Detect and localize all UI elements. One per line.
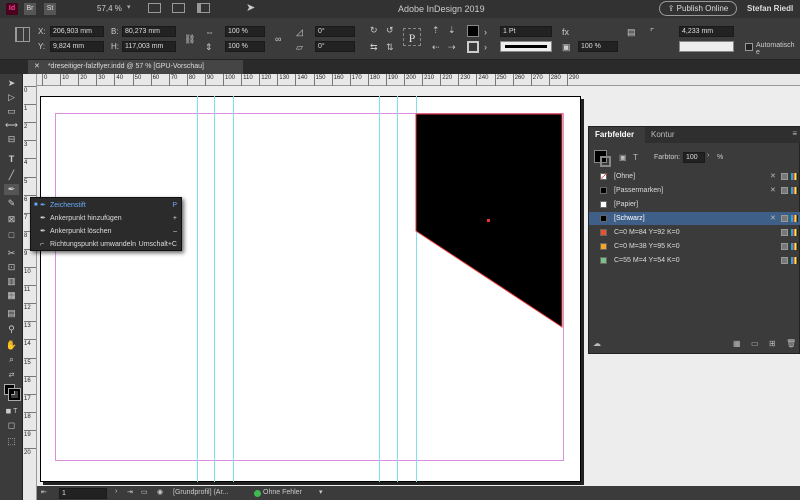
status-bar: ⇤ 1 › ⇥ ▭ ◉ [Grundprofil] (Ar... Ohne Fe… <box>37 486 800 500</box>
checkmark-icon: ■ <box>34 202 38 208</box>
swatch-label: [Schwarz] <box>614 215 645 222</box>
swatch-label: C=0 M=38 Y=95 K=0 <box>614 243 680 250</box>
formatting-text-icon[interactable]: T <box>633 153 638 162</box>
panel-tab-bar: Farbfelder Kontur ≡ <box>589 127 800 143</box>
next-page-icon[interactable]: › <box>115 488 117 495</box>
tint-dropdown-icon[interactable]: › <box>707 152 715 163</box>
non-editable-icon: ✕ <box>770 215 776 222</box>
non-editable-icon: ✕ <box>770 173 776 180</box>
status-dropdown-icon[interactable]: ▾ <box>319 488 323 496</box>
tab-swatches-label: Farbfelder <box>595 130 635 139</box>
swatch-color-chip <box>600 229 607 236</box>
tint-unit: % <box>717 154 724 161</box>
new-swatch-icon[interactable]: ⊞ <box>769 339 776 348</box>
swatch-label: C=55 M=4 Y=54 K=0 <box>614 257 680 264</box>
cmyk-icon <box>791 187 798 194</box>
preflight-profile-icon: ◉ <box>157 489 164 496</box>
swatch-row[interactable]: [Passermarken] ✕ <box>589 184 800 197</box>
cmyk-icon <box>791 243 798 250</box>
status-text[interactable]: Ohne Fehler <box>263 489 302 496</box>
swatch-color-chip <box>600 215 607 222</box>
cmyk-icon <box>791 173 798 180</box>
page-number-field[interactable]: 1 <box>59 488 107 499</box>
color-mode-icon <box>781 215 788 222</box>
swatch-color-chip <box>600 187 607 194</box>
first-page-icon[interactable]: ⇤ <box>41 488 47 496</box>
swatch-row[interactable]: [Ohne] ✕ <box>589 170 800 183</box>
swatch-row[interactable]: [Schwarz] ✕ <box>589 212 800 225</box>
swatch-label: [Passermarken] <box>614 187 664 194</box>
delete-anchor-icon: ✒ <box>40 228 46 235</box>
flyout-item-label: Zeichenstift <box>50 202 86 209</box>
flyout-item-pen[interactable]: ■ ✒ Zeichenstift P <box>31 199 181 212</box>
swatch-color-chip <box>600 243 607 250</box>
swatch-row[interactable]: C=55 M=4 Y=54 K=0 <box>589 254 800 267</box>
color-mode-icon <box>781 229 788 236</box>
delete-swatch-icon[interactable]: 🗑 <box>786 339 796 348</box>
shape-center-point[interactable] <box>487 219 490 222</box>
flyout-shortcut: P <box>172 202 177 209</box>
swatch-label: C=0 M=84 Y=92 K=0 <box>614 229 680 236</box>
flyout-item-add-anchor[interactable]: ✒ Ankerpunkt hinzufügen + <box>31 212 181 225</box>
indesign-window: Id Br St 57,4 % ▾ ➤ Adobe InDesign 2019 … <box>0 0 800 500</box>
new-color-group-icon[interactable]: ▭ <box>751 339 759 348</box>
tab-swatches[interactable]: Farbfelder <box>589 127 645 143</box>
show-swatch-kinds-icon[interactable]: ☁ <box>593 339 601 348</box>
preflight-profile[interactable]: [Grundprofil] (Ar... <box>173 489 228 496</box>
swatch-label: [Papier] <box>614 201 639 208</box>
tint-field[interactable]: 100 <box>683 152 705 163</box>
open-page-icon[interactable]: ▭ <box>141 488 148 496</box>
cmyk-icon <box>791 215 798 222</box>
flyout-shortcut: + <box>172 215 177 222</box>
flyout-item-delete-anchor[interactable]: ✒ Ankerpunkt löschen – <box>31 225 181 238</box>
flyout-item-label: Ankerpunkt löschen <box>50 228 112 235</box>
convert-point-icon: ⌐ <box>40 241 45 248</box>
color-mode-icon <box>781 243 788 250</box>
flyout-item-label: Ankerpunkt hinzufügen <box>50 215 122 222</box>
swatch-row[interactable]: C=0 M=38 Y=95 K=0 <box>589 240 800 253</box>
flyout-shortcut: Umschalt+C <box>138 241 177 248</box>
tab-stroke-label: Kontur <box>651 130 675 139</box>
pen-icon: ✒ <box>40 202 46 209</box>
formatting-container-icon[interactable]: ▣ <box>619 153 627 162</box>
flyout-item-convert-direction[interactable]: ⌐ Richtungspunkt umwandeln Umschalt+C <box>31 238 181 251</box>
swatch-row[interactable]: C=0 M=84 Y=92 K=0 <box>589 226 800 239</box>
add-anchor-icon: ✒ <box>40 215 46 222</box>
pen-tool-flyout-menu: ■ ✒ Zeichenstift P ✒ Ankerpunkt hinzufüg… <box>30 197 182 251</box>
swatch-label: [Ohne] <box>614 173 636 180</box>
swatch-view-icon[interactable]: ▦ <box>733 339 741 348</box>
status-indicator-icon <box>254 490 261 497</box>
color-mode-icon <box>781 257 788 264</box>
tint-label: Farbton: <box>654 154 681 161</box>
non-editable-icon: ✕ <box>770 187 776 194</box>
color-mode-icon <box>781 187 788 194</box>
swatch-color-chip <box>600 257 607 264</box>
last-page-icon[interactable]: ⇥ <box>127 488 133 496</box>
cmyk-icon <box>791 229 798 236</box>
panel-menu-icon[interactable]: ≡ <box>792 129 797 138</box>
cmyk-icon <box>791 257 798 264</box>
flyout-item-label: Richtungspunkt umwandeln <box>50 241 136 248</box>
swatch-color-chip <box>600 173 607 180</box>
swatch-row[interactable]: [Papier] <box>589 198 800 211</box>
swatches-panel: Farbfelder Kontur ≡ ▣ T Farbton: 100 › %… <box>588 126 800 354</box>
tab-stroke[interactable]: Kontur <box>651 127 675 143</box>
swatch-color-chip <box>600 201 607 208</box>
color-mode-icon <box>781 173 788 180</box>
panel-stroke-swatch[interactable] <box>600 156 611 167</box>
flyout-shortcut: – <box>173 228 177 235</box>
